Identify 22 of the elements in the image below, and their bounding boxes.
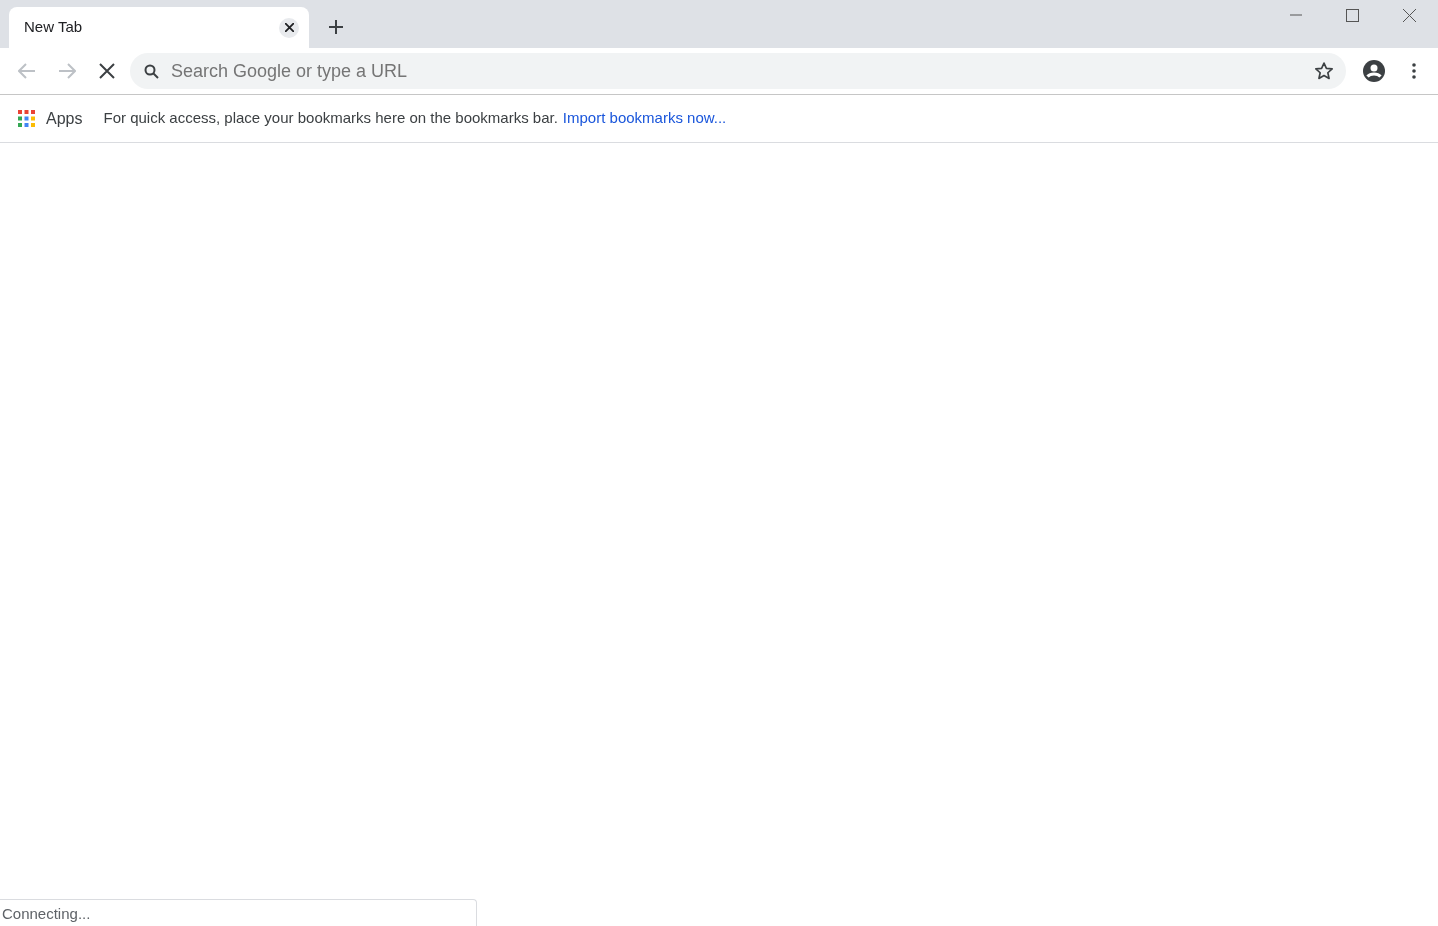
apps-grid-icon: [18, 110, 35, 127]
close-tab-button[interactable]: [279, 17, 299, 38]
apps-button[interactable]: Apps: [18, 106, 83, 131]
star-icon[interactable]: [1314, 61, 1334, 81]
maximize-icon: [1346, 8, 1359, 22]
close-icon: [1403, 8, 1416, 22]
browser-tab[interactable]: New Tab: [9, 7, 309, 48]
address-input[interactable]: Search Google or type a URL: [171, 57, 1314, 85]
forward-arrow-icon: [58, 63, 76, 79]
address-bar[interactable]: Search Google or type a URL: [130, 53, 1346, 89]
menu-icon: [1412, 63, 1416, 79]
close-icon: [284, 23, 294, 32]
profile-button[interactable]: [1360, 57, 1388, 85]
import-bookmarks-link[interactable]: Import bookmarks now...: [562, 107, 727, 130]
back-arrow-icon: [18, 63, 36, 79]
search-icon: [144, 63, 159, 79]
plus-icon: [328, 19, 344, 35]
person-icon: [1363, 60, 1385, 82]
stop-x-icon: [99, 63, 115, 79]
minimize-icon: [1289, 14, 1302, 16]
status-bubble: Connecting...: [0, 899, 477, 926]
bookmarks-hint-text: For quick access, place your bookmarks here on the bookmarks bar.: [103, 108, 558, 129]
